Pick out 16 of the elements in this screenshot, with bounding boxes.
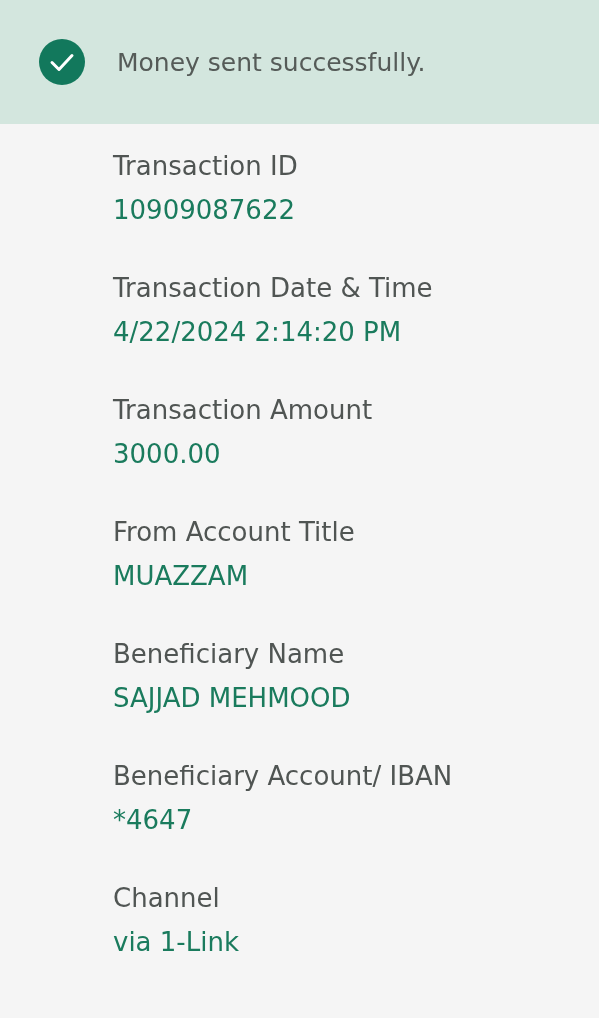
detail-label: Beneficiary Account/ IBAN <box>113 760 454 793</box>
success-message: Money sent successfully. <box>117 47 426 77</box>
detail-label: Transaction Amount <box>113 394 374 427</box>
detail-label: Channel <box>113 882 221 915</box>
detail-value: 10909087622 <box>113 194 296 227</box>
detail-value: SAJJAD MEHMOOD <box>113 682 352 715</box>
detail-label: From Account Title <box>113 516 356 549</box>
detail-value: 4/22/2024 2:14:20 PM <box>113 316 403 349</box>
detail-value: *4647 <box>113 804 194 837</box>
detail-value: via 1-Link <box>113 926 240 959</box>
detail-value: MUAZZAM <box>113 560 250 593</box>
detail-label: Transaction ID <box>113 150 299 183</box>
check-icon <box>39 39 85 85</box>
detail-label: Beneficiary Name <box>113 638 346 671</box>
detail-label: Transaction Date & Time <box>113 272 434 305</box>
detail-value: 3000.00 <box>113 438 222 471</box>
